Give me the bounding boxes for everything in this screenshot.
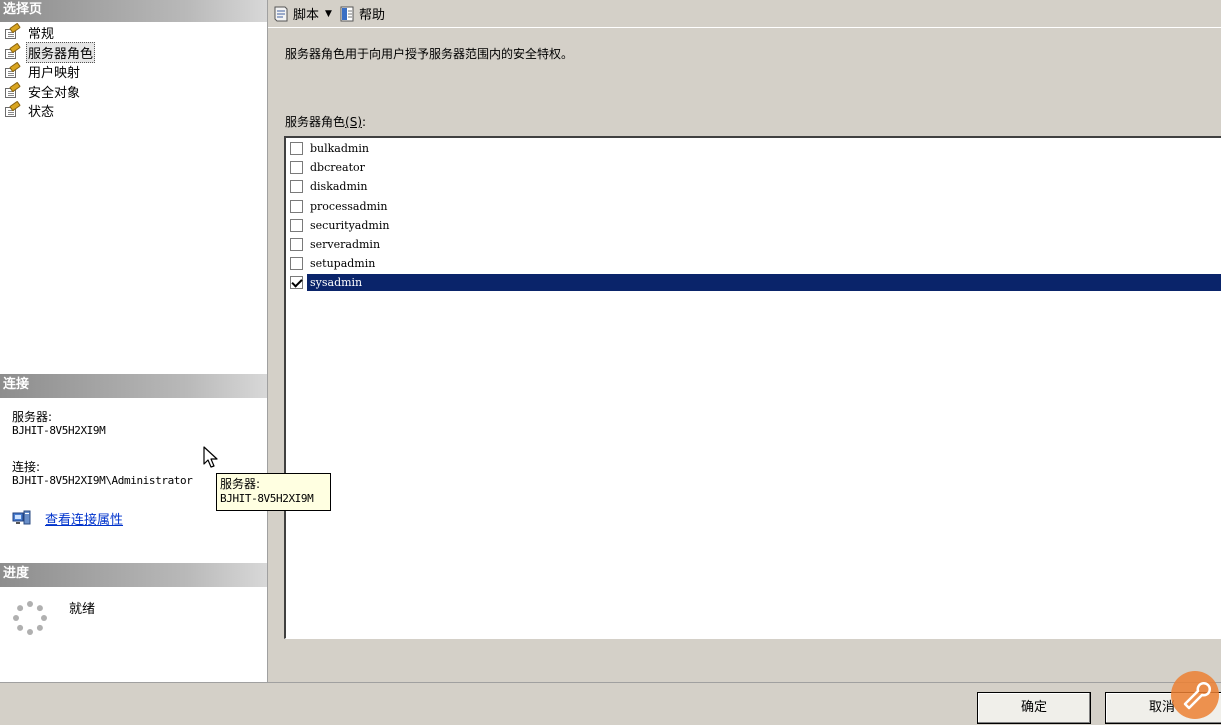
- mouse-cursor-icon: [203, 446, 218, 468]
- role-row[interactable]: processadmin: [286, 197, 1221, 216]
- page-list: 常规 服务器角色用户映射安全对象状态: [4, 22, 96, 121]
- help-button[interactable]: 帮助: [338, 4, 385, 23]
- connection-header: 连接: [0, 374, 267, 398]
- role-name: bulkadmin: [310, 142, 369, 155]
- role-name: setupadmin: [310, 257, 376, 271]
- role-checkbox[interactable]: [290, 199, 303, 213]
- page-item-label: 用户映射: [28, 66, 81, 82]
- page-item-0[interactable]: 常规: [4, 22, 95, 43]
- page-item-3[interactable]: 安全对象: [4, 81, 95, 102]
- server-label: 服务器:: [12, 410, 53, 424]
- roles-label-text: 服务器角色: [285, 115, 346, 129]
- page-item-label: 状态: [28, 105, 55, 121]
- connection-properties-icon[interactable]: [12, 510, 32, 526]
- role-checkbox[interactable]: [290, 142, 303, 155]
- role-name: diskadmin: [310, 180, 368, 194]
- chevron-down-icon[interactable]: ▼: [325, 9, 332, 19]
- help-icon: [340, 6, 354, 21]
- page-item-4[interactable]: 状态: [4, 100, 95, 121]
- role-row[interactable]: sysadmin: [286, 273, 1221, 292]
- page-item-2[interactable]: 用户映射: [4, 61, 95, 82]
- role-checkbox[interactable]: [290, 238, 303, 251]
- ok-button[interactable]: 确定: [977, 692, 1091, 724]
- roles-label-suffix: :: [362, 115, 367, 129]
- role-name: processadmin: [310, 199, 388, 213]
- role-checkbox[interactable]: [290, 276, 303, 290]
- view-connection-properties-link[interactable]: 查看连接属性: [45, 509, 123, 528]
- select-page-header: 选择页: [0, 0, 267, 22]
- script-button[interactable]: 脚本 ▼: [272, 4, 332, 23]
- progress-header: 进度: [0, 563, 267, 587]
- progress-status: 就绪: [69, 602, 96, 617]
- page-settings-icon: [4, 22, 21, 40]
- page-settings-icon: [4, 100, 21, 118]
- role-row[interactable]: setupadmin: [286, 254, 1221, 273]
- role-checkbox[interactable]: [290, 161, 303, 175]
- role-checkbox[interactable]: [290, 218, 303, 232]
- page-item-label: 服务器角色: [26, 41, 96, 63]
- role-row[interactable]: diskadmin: [286, 177, 1221, 196]
- script-icon: [274, 6, 288, 21]
- page-item-label: 常规: [28, 27, 55, 43]
- server-tooltip: 服务器: BJHIT-8V5H2XI9M: [216, 473, 331, 511]
- role-name: securityadmin: [310, 218, 390, 232]
- tooltip-label: 服务器:: [220, 477, 261, 491]
- script-label: 脚本: [293, 8, 320, 23]
- bottom-divider: [0, 682, 1221, 683]
- server-roles-list[interactable]: bulkadmin dbcreator diskadmin processadmin s…: [284, 136, 1221, 639]
- server-roles-label: 服务器角色(S):: [285, 113, 366, 130]
- role-row[interactable]: serveradmin: [286, 235, 1221, 254]
- page-settings-icon: [4, 61, 21, 79]
- server-value: BJHIT-8V5H2XI9M: [12, 424, 106, 437]
- page-settings-icon: [4, 42, 21, 60]
- page-settings-icon: [4, 81, 21, 99]
- role-checkbox[interactable]: [290, 180, 303, 194]
- roles-label-accelerator: (S): [345, 115, 362, 129]
- page-item-1[interactable]: 服务器角色: [4, 41, 96, 63]
- page-description: 服务器角色用于向用户授予服务器范围内的安全特权。: [285, 47, 574, 61]
- role-row[interactable]: securityadmin: [286, 216, 1221, 235]
- page-item-label: 安全对象: [28, 85, 81, 101]
- role-name: serveradmin: [310, 238, 381, 251]
- role-name: sysadmin: [307, 274, 1221, 292]
- help-label: 帮助: [358, 8, 385, 23]
- tooltip-value: BJHIT-8V5H2XI9M: [220, 492, 314, 505]
- role-name: dbcreator: [310, 161, 365, 175]
- connection-label: 连接:: [12, 460, 41, 474]
- role-checkbox[interactable]: [290, 257, 303, 271]
- toolbar: 脚本 ▼ 帮助: [268, 0, 1221, 28]
- progress-spinner-icon: [13, 601, 47, 635]
- tools-overlay-icon[interactable]: [1170, 670, 1220, 720]
- left-panel: 选择页 常规 服务器角色用户映射安全对象状态 连接 服务器: BJHIT-8V5H…: [0, 0, 268, 682]
- role-row[interactable]: dbcreator: [286, 158, 1221, 177]
- role-row[interactable]: bulkadmin: [286, 139, 1221, 158]
- connection-value: BJHIT-8V5H2XI9M\Administrator: [12, 474, 193, 487]
